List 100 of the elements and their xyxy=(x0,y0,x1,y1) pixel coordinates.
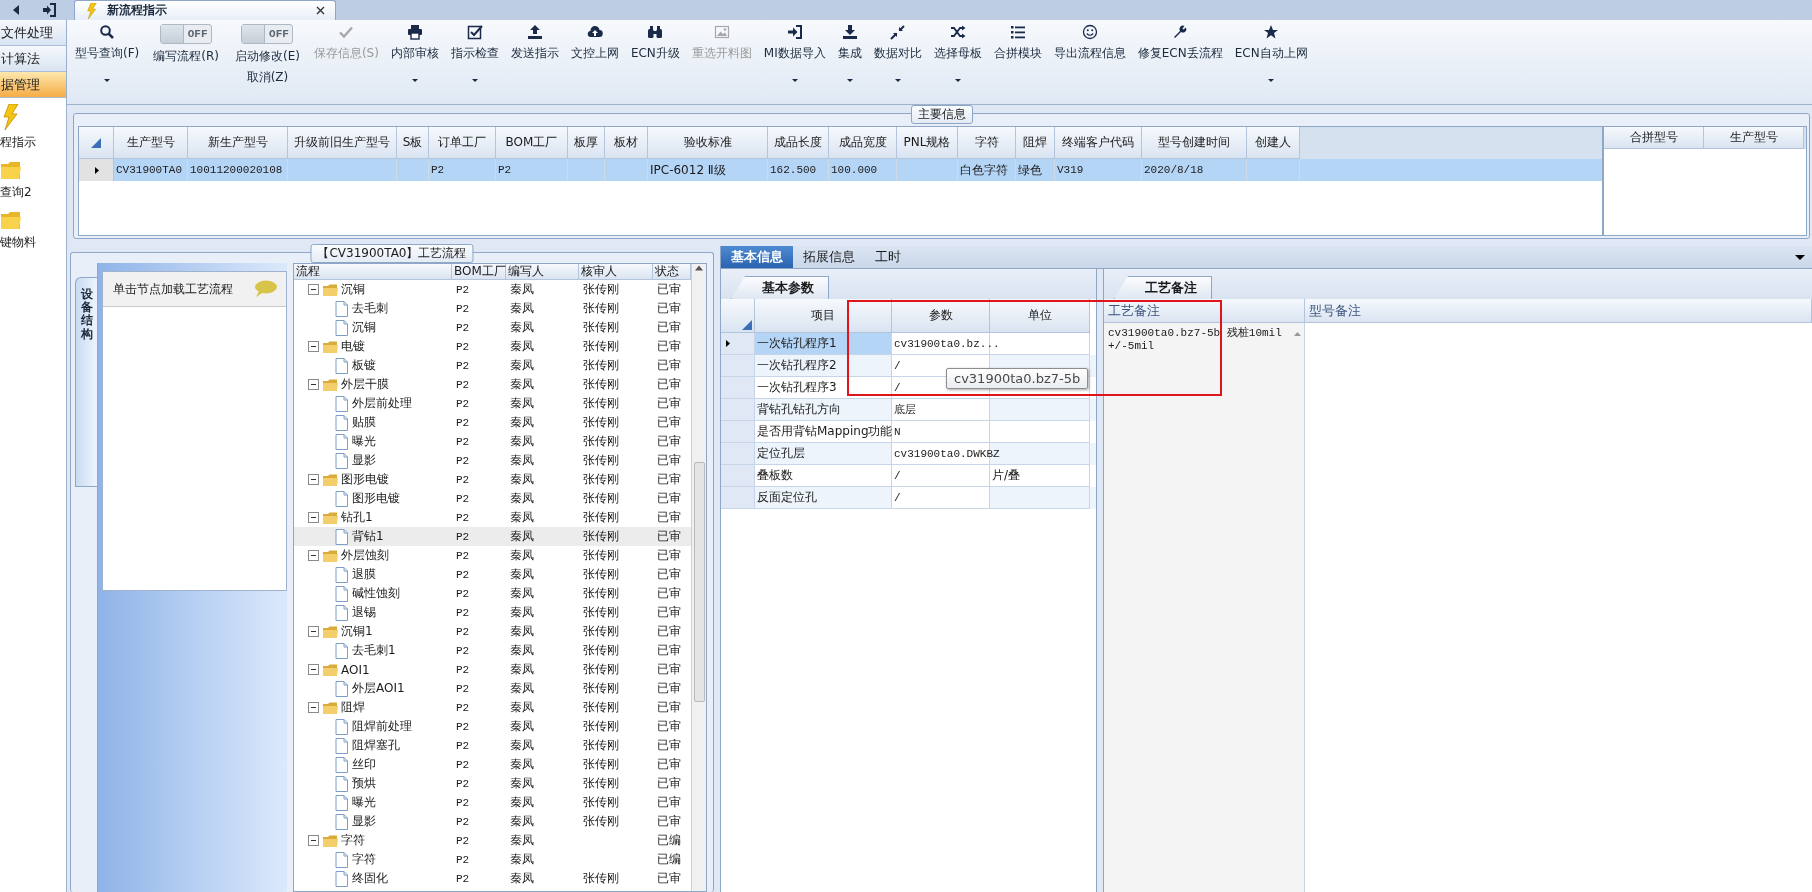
tree-row[interactable]: 阻焊前处理 P2 秦凤 张传刚 已审 xyxy=(294,717,691,736)
toolbar-button[interactable]: ECN自动上网 xyxy=(1228,20,1314,104)
tree-row[interactable]: 显影 P2 秦凤 张传刚 已审 xyxy=(294,451,691,470)
column-header[interactable]: 工艺备注 xyxy=(1104,299,1305,323)
toolbar-button[interactable]: 导出流程信息 xyxy=(1047,20,1132,104)
tree-row[interactable]: 显影 P2 秦凤 张传刚 已审 xyxy=(294,812,691,831)
column-header[interactable]: 验收标准 xyxy=(648,127,768,159)
tree-row[interactable]: 钻孔1 P2 秦凤 张传刚 已审 xyxy=(294,508,691,527)
toolbar-button[interactable]: 修复ECN丢流程 xyxy=(1131,20,1229,104)
column-header[interactable]: 终端客户代码 xyxy=(1055,127,1142,159)
expander-icon[interactable] xyxy=(308,284,319,295)
tree-row[interactable]: 去毛刺1 P2 秦凤 张传刚 已审 xyxy=(294,641,691,660)
table-row[interactable]: 定位孔层 cv31900ta0.DWKBZ xyxy=(721,443,1096,465)
column-header[interactable]: 型号创建时间 xyxy=(1142,127,1247,159)
tree-row[interactable]: 退膜 P2 秦凤 张传刚 已审 xyxy=(294,565,691,584)
tree-row[interactable]: 碱性蚀刻 P2 秦凤 张传刚 已审 xyxy=(294,584,691,603)
column-header[interactable]: 流程 xyxy=(294,264,452,280)
column-header[interactable]: 创建人 xyxy=(1247,127,1300,159)
expander-icon[interactable] xyxy=(308,379,319,390)
column-header[interactable]: 阻焊 xyxy=(1016,127,1055,159)
tree-row[interactable]: 沉铜 P2 秦凤 张传刚 已审 xyxy=(294,318,691,337)
toolbar-button[interactable]: 数据对比 xyxy=(867,20,928,104)
column-header[interactable]: 合拼型号 xyxy=(1604,127,1704,149)
module-item[interactable]: 查询2 xyxy=(0,153,66,203)
tree-row[interactable]: 板镀 P2 秦凤 张传刚 已审 xyxy=(294,356,691,375)
toolbar-button[interactable]: 文控上网 xyxy=(564,20,625,104)
expander-icon[interactable] xyxy=(308,512,319,523)
column-header[interactable]: 核审人 xyxy=(579,264,653,280)
tree-row[interactable]: 阻焊塞孔 P2 秦凤 张传刚 已审 xyxy=(294,736,691,755)
tab[interactable]: 工时 xyxy=(865,246,911,268)
tree-row[interactable]: 阻焊 P2 秦凤 张传刚 已审 xyxy=(294,698,691,717)
toolbar-button[interactable]: 合拼模块 xyxy=(987,20,1048,104)
table-row[interactable]: CV31900TA0 10011200020108 P2 P2 IPC-6012 Ⅱ级 162.500 100.000 白色字符 绿色 V319 2020/8/18 xyxy=(79,159,1602,181)
tree-row[interactable]: 丝印 P2 秦凤 张传刚 已审 xyxy=(294,755,691,774)
column-header[interactable]: BOM工厂 xyxy=(496,127,568,159)
tree-row[interactable]: 贴膜 P2 秦凤 张传刚 已审 xyxy=(294,413,691,432)
tree-row[interactable]: 字符 P2 秦凤 已编 xyxy=(294,850,691,869)
document-tab[interactable]: 新流程指示 xyxy=(74,0,336,20)
nav-item[interactable]: 文件处理 xyxy=(0,20,66,46)
column-header[interactable]: 生产型号 xyxy=(1704,127,1804,149)
tree-row[interactable]: 字符 P2 秦凤 已编 xyxy=(294,831,691,850)
expander-icon[interactable] xyxy=(308,835,319,846)
column-header[interactable]: PNL规格 xyxy=(897,127,958,159)
expander-icon[interactable] xyxy=(308,664,319,675)
side-tab[interactable]: 设备结构 xyxy=(75,277,97,487)
toolbar-button[interactable]: 选择母板 xyxy=(927,20,988,104)
column-header[interactable]: 项目 xyxy=(755,299,892,333)
toolbar-button[interactable]: MI数据导入 xyxy=(757,20,832,104)
tree-row[interactable]: 电镀 P2 秦凤 张传刚 已审 xyxy=(294,337,691,356)
toolbar-button[interactable]: 集成 xyxy=(831,20,868,104)
toolbar-button[interactable]: 指示检查 xyxy=(444,20,505,104)
column-header[interactable]: 订单工厂 xyxy=(429,127,496,159)
column-header[interactable]: 成品长度 xyxy=(768,127,829,159)
toggle-switch[interactable]: OFF xyxy=(241,24,294,44)
nav-item[interactable]: 据管理 xyxy=(0,72,66,98)
column-header[interactable]: 单位 xyxy=(990,299,1090,333)
tab[interactable]: 基本信息 xyxy=(721,246,793,268)
column-header[interactable]: 状态 xyxy=(653,264,691,280)
column-header[interactable]: 板厚 xyxy=(568,127,605,159)
column-header[interactable]: BOM工厂 xyxy=(452,264,506,280)
expander-icon[interactable] xyxy=(308,550,319,561)
module-item[interactable]: 键物料 xyxy=(0,203,66,253)
column-header[interactable]: 板材 xyxy=(605,127,648,159)
expander-icon[interactable] xyxy=(308,626,319,637)
tree-row[interactable]: 背钻1 P2 秦凤 张传刚 已审 xyxy=(294,527,691,546)
tree-row[interactable]: AOI1 P2 秦凤 张传刚 已审 xyxy=(294,660,691,679)
tree-row[interactable]: 图形电镀 P2 秦凤 张传刚 已审 xyxy=(294,470,691,489)
toolbar-button[interactable]: 发送指示 xyxy=(504,20,565,104)
tab[interactable]: 拓展信息 xyxy=(793,246,865,268)
column-header[interactable]: 编写人 xyxy=(506,264,579,280)
column-header[interactable]: 成品宽度 xyxy=(829,127,897,159)
tree-row[interactable]: 退锡 P2 秦凤 张传刚 已审 xyxy=(294,603,691,622)
tree-row[interactable]: 沉铜1 P2 秦凤 张传刚 已审 xyxy=(294,622,691,641)
panel-tab[interactable]: 基本参数 xyxy=(731,276,829,299)
toggle-switch[interactable]: OFF xyxy=(160,24,213,44)
table-row[interactable]: 反面定位孔 / xyxy=(721,487,1096,509)
table-row[interactable]: 背钻孔钻孔方向 底层 xyxy=(721,399,1096,421)
scrollbar[interactable] xyxy=(691,264,706,891)
nav-item[interactable]: 计算法 xyxy=(0,46,66,72)
tree-row[interactable]: 沉铜 P2 秦凤 张传刚 已审 xyxy=(294,280,691,299)
column-header[interactable]: 新生产型号 xyxy=(188,127,288,159)
expander-icon[interactable] xyxy=(308,341,319,352)
panel-tab[interactable]: 工艺备注 xyxy=(1114,276,1212,299)
forward-button[interactable] xyxy=(41,3,56,17)
table-row[interactable]: 是否用背钻Mapping功能 N xyxy=(721,421,1096,443)
tree-row[interactable]: 预烘 P2 秦凤 张传刚 已审 xyxy=(294,774,691,793)
expander-icon[interactable] xyxy=(308,702,319,713)
column-header[interactable]: 参数 xyxy=(892,299,990,333)
tree-row[interactable]: 去毛刺 P2 秦凤 张传刚 已审 xyxy=(294,299,691,318)
table-row[interactable]: 叠板数 / 片/叠 xyxy=(721,465,1096,487)
column-header[interactable]: 生产型号 xyxy=(114,127,188,159)
tree-row[interactable]: 终固化 P2 秦凤 张传刚 已审 xyxy=(294,869,691,888)
column-header[interactable]: 升级前旧生产型号 xyxy=(288,127,397,159)
tree-row[interactable]: 外层蚀刻 P2 秦凤 张传刚 已审 xyxy=(294,546,691,565)
tree-row[interactable]: 外层前处理 P2 秦凤 张传刚 已审 xyxy=(294,394,691,413)
column-header[interactable]: 型号备注 xyxy=(1305,299,1812,323)
tree-row[interactable]: 图形电镀 P2 秦凤 张传刚 已审 xyxy=(294,489,691,508)
table-row[interactable]: 一次钻孔程序1 cv31900ta0.bz... xyxy=(721,333,1096,355)
toolbar-button[interactable]: ECN升级 xyxy=(624,20,686,104)
tree-row[interactable]: 外层AOI1 P2 秦凤 张传刚 已审 xyxy=(294,679,691,698)
